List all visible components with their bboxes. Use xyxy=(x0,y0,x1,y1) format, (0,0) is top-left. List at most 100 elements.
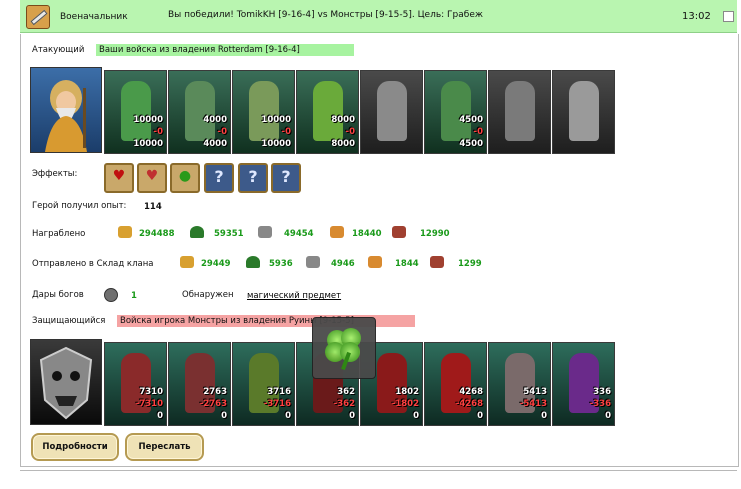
resource-value: 12990 xyxy=(420,229,450,239)
unit-remaining: 10000 xyxy=(133,139,163,149)
attacker-unit-card[interactable] xyxy=(488,70,551,154)
attacker-unit-card[interactable]: 8000 -0 8000 xyxy=(296,70,359,154)
ore-icon xyxy=(392,226,406,238)
unit-losses: -7310 xyxy=(135,399,163,409)
plundered-label: Награблено xyxy=(32,229,86,239)
unit-figure-icon xyxy=(569,81,599,141)
defender-unit-card[interactable]: 3716 -3716 0 xyxy=(232,342,295,426)
attacker-unit-card[interactable]: 10000 -0 10000 xyxy=(232,70,295,154)
attacker-unit-card[interactable] xyxy=(360,70,423,154)
wood-icon xyxy=(246,256,260,268)
unit-count: 5413 xyxy=(523,387,547,397)
message-subject[interactable]: Вы победили! TomikKH [9-16-4] vs Монстры… xyxy=(168,10,483,20)
defender-unit-card[interactable]: 5413 -5413 0 xyxy=(488,342,551,426)
defender-unit-card[interactable]: 4268 -4268 0 xyxy=(424,342,487,426)
gift-icon xyxy=(104,288,118,302)
unit-remaining: 0 xyxy=(349,411,355,421)
experience-label: Герой получил опыт: xyxy=(32,201,127,211)
unit-figure-icon xyxy=(377,81,407,141)
unit-losses: -0 xyxy=(473,127,483,137)
resource-value: 294488 xyxy=(139,229,175,239)
unit-losses: -362 xyxy=(333,399,355,409)
unit-losses: -0 xyxy=(217,127,227,137)
unit-figure-icon xyxy=(249,81,279,141)
unit-remaining: 0 xyxy=(157,411,163,421)
unit-losses: -3716 xyxy=(263,399,291,409)
gifts-value: 1 xyxy=(131,291,137,301)
resource-value: 29449 xyxy=(201,259,231,269)
stone-icon xyxy=(258,226,272,238)
unit-count: 8000 xyxy=(331,115,355,125)
unknown-effect-icon[interactable]: ? xyxy=(271,163,301,193)
heart-icon[interactable]: ♥ xyxy=(104,163,134,193)
resource-value: 1844 xyxy=(395,259,419,269)
unit-figure-icon xyxy=(313,81,343,141)
attacker-label: Атакующий xyxy=(32,45,85,55)
unit-count: 4500 xyxy=(459,115,483,125)
unit-figure-icon xyxy=(505,81,535,141)
experience-value: 114 xyxy=(144,202,162,212)
unknown-effect-icon[interactable]: ? xyxy=(204,163,234,193)
grain-icon xyxy=(368,256,382,268)
unit-remaining: 10000 xyxy=(261,139,291,149)
magic-item-link[interactable]: магический предмет xyxy=(247,291,341,301)
unit-losses: -2763 xyxy=(199,399,227,409)
message-header: Военачальник Вы победили! TomikKH [9-16-… xyxy=(20,0,737,33)
unit-count: 10000 xyxy=(261,115,291,125)
grain-icon xyxy=(330,226,344,238)
attacker-unit-card[interactable] xyxy=(552,70,615,154)
unit-remaining: 0 xyxy=(285,411,291,421)
ore-icon xyxy=(430,256,444,268)
defender-unit-card[interactable]: 336 -336 0 xyxy=(552,342,615,426)
unit-count: 2763 xyxy=(203,387,227,397)
resource-value: 1299 xyxy=(458,259,482,269)
effects-label: Эффекты: xyxy=(32,169,78,179)
unit-remaining: 4000 xyxy=(203,139,227,149)
unit-remaining: 0 xyxy=(413,411,419,421)
unit-losses: -4268 xyxy=(455,399,483,409)
wood-icon xyxy=(190,226,204,238)
details-button[interactable]: Подробности xyxy=(31,433,119,461)
unit-count: 4000 xyxy=(203,115,227,125)
unit-figure-icon xyxy=(441,81,471,141)
defender-unit-card[interactable]: 2763 -2763 0 xyxy=(168,342,231,426)
attacker-unit-card[interactable]: 4500 -0 4500 xyxy=(424,70,487,154)
unit-count: 10000 xyxy=(133,115,163,125)
resource-value: 49454 xyxy=(284,229,314,239)
gold-icon xyxy=(180,256,194,268)
unit-losses: -0 xyxy=(345,127,355,137)
sender-role: Военачальник xyxy=(60,12,128,22)
hero-portrait[interactable] xyxy=(30,67,102,153)
unit-remaining: 8000 xyxy=(331,139,355,149)
attacker-unit-card[interactable]: 10000 -0 10000 xyxy=(104,70,167,154)
gifts-label: Дары богов xyxy=(32,290,84,300)
select-checkbox[interactable] xyxy=(723,11,734,22)
unit-count: 1802 xyxy=(395,387,419,397)
unit-remaining: 0 xyxy=(541,411,547,421)
defender-portrait[interactable] xyxy=(30,339,102,425)
clover-item-icon[interactable] xyxy=(312,317,376,379)
resource-value: 4946 xyxy=(331,259,355,269)
attacker-army-title: Ваши войска из владения Rotterdam [9-16-… xyxy=(96,44,354,56)
gold-icon xyxy=(118,226,132,238)
defender-label: Защищающийся xyxy=(32,316,106,326)
unit-count: 3716 xyxy=(267,387,291,397)
unit-remaining: 0 xyxy=(605,411,611,421)
unit-figure-icon xyxy=(121,81,151,141)
green-potion-icon[interactable]: ● xyxy=(170,163,200,193)
heart-potion-icon[interactable]: ♥ xyxy=(137,163,167,193)
stone-icon xyxy=(306,256,320,268)
resource-value: 5936 xyxy=(269,259,293,269)
commander-sword-icon xyxy=(26,5,50,29)
unit-losses: -0 xyxy=(153,127,163,137)
unit-count: 4268 xyxy=(459,387,483,397)
defender-unit-card[interactable]: 7310 -7310 0 xyxy=(104,342,167,426)
unit-losses: -0 xyxy=(281,127,291,137)
unit-count: 362 xyxy=(337,387,355,397)
unit-losses: -1802 xyxy=(391,399,419,409)
next-message-divider xyxy=(20,470,737,489)
unknown-effect-icon[interactable]: ? xyxy=(238,163,268,193)
forward-button[interactable]: Переслать xyxy=(125,433,204,461)
unit-remaining: 4500 xyxy=(459,139,483,149)
attacker-unit-card[interactable]: 4000 -0 4000 xyxy=(168,70,231,154)
